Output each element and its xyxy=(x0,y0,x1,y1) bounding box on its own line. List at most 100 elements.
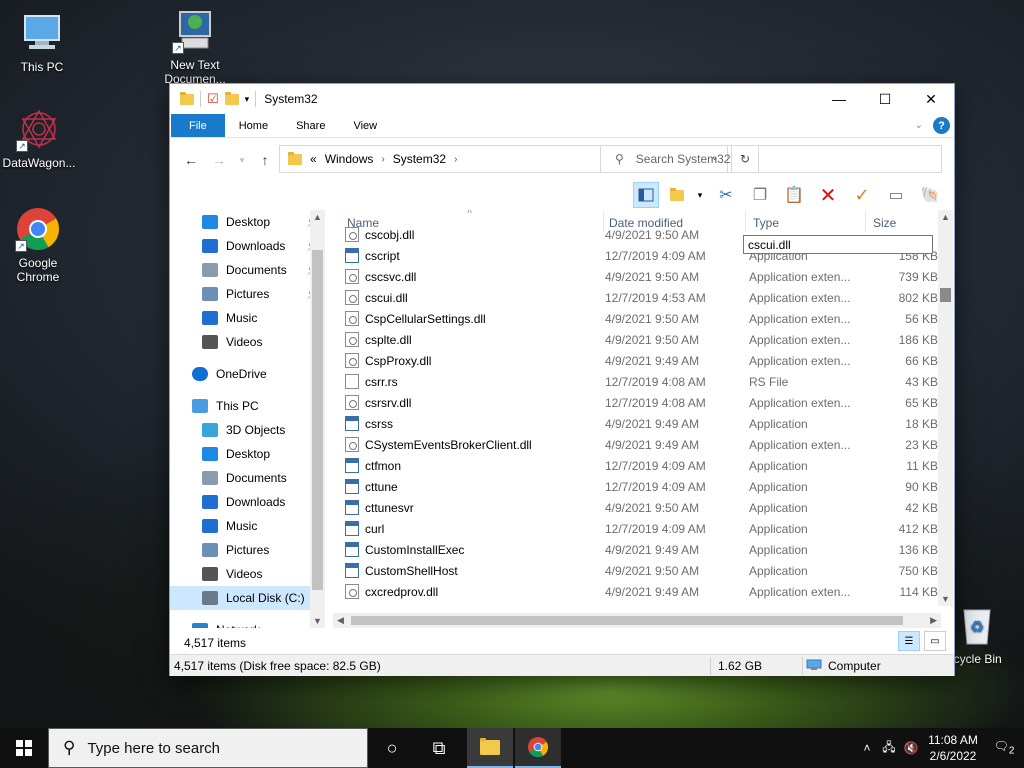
nav-item-documents[interactable]: Documents📌 xyxy=(170,258,325,282)
scroll-down-icon[interactable]: ▼ xyxy=(941,594,950,604)
file-type: Application exten... xyxy=(749,353,851,368)
paste-icon[interactable]: 📋 xyxy=(781,182,807,208)
file-explorer-window: ☑ ▾ System32 — ☐ ✕ File Home Share View … xyxy=(169,83,955,676)
scroll-up-icon[interactable]: ▲ xyxy=(941,212,950,222)
nav-item-pictures[interactable]: Pictures📌 xyxy=(170,282,325,306)
tab-share[interactable]: Share xyxy=(282,114,339,137)
breadcrumb-windows[interactable]: Windows xyxy=(325,152,374,166)
chevron-right-icon[interactable]: › xyxy=(454,154,457,165)
file-row[interactable]: CustomShellHost 4/9/2021 9:50 AM Applicati… xyxy=(333,560,950,581)
start-button[interactable] xyxy=(0,728,48,768)
scroll-right-icon[interactable]: ▶ xyxy=(930,615,937,626)
back-arrow-icon[interactable]: ← xyxy=(180,152,202,168)
help-icon[interactable]: ? xyxy=(933,117,950,134)
cut-icon[interactable]: ✂ xyxy=(713,182,739,208)
preview-pane-icon[interactable] xyxy=(633,182,659,208)
nav-item-label: 3D Objects xyxy=(226,423,286,437)
recent-locations-icon[interactable]: ▾ xyxy=(236,155,248,166)
file-explorer-taskbar-icon[interactable] xyxy=(467,728,513,768)
rename-check-icon[interactable]: ✓ xyxy=(849,182,875,208)
file-list-vertical-scrollbar[interactable]: ▲ ▼ xyxy=(938,210,953,606)
shell-icon[interactable]: 🐚 xyxy=(917,182,943,208)
volume-muted-icon[interactable]: 🔇 xyxy=(900,741,922,755)
nav-item-videos[interactable]: Videos xyxy=(170,562,325,586)
nav-item-documents[interactable]: Documents xyxy=(170,466,325,490)
desktop-icon-google-chrome[interactable]: ↗ Google Chrome xyxy=(0,206,80,284)
delete-icon[interactable]: ✕ xyxy=(815,182,841,208)
scroll-up-icon[interactable]: ▲ xyxy=(313,212,322,222)
forward-arrow-icon[interactable]: → xyxy=(208,152,230,168)
cortana-icon[interactable]: ○ xyxy=(369,728,415,768)
large-icons-view-icon[interactable]: ▭ xyxy=(924,631,946,651)
taskbar-search-input[interactable]: ⚲ Type here to search xyxy=(48,728,368,768)
close-button[interactable]: ✕ xyxy=(908,84,954,114)
nav-item-music[interactable]: Music xyxy=(170,306,325,330)
file-row[interactable]: CspProxy.dll 4/9/2021 9:49 AM Application … xyxy=(333,350,950,371)
file-row[interactable]: csrsrv.dll 12/7/2019 4:08 AM Application e… xyxy=(333,392,950,413)
file-row[interactable]: CustomInstallExec 4/9/2021 9:49 AM Applica… xyxy=(333,539,950,560)
file-row[interactable]: cxcredprov.dll 4/9/2021 9:49 AM Applicatio… xyxy=(333,581,950,602)
desktop-icon-new-text-document[interactable]: ↗ New Text Documen... xyxy=(153,8,237,86)
nav-item-desktop[interactable]: Desktop xyxy=(170,442,325,466)
chrome-taskbar-icon[interactable] xyxy=(515,728,561,768)
customize-qat-icon[interactable]: ▾ xyxy=(245,94,250,105)
file-row[interactable]: CspCellularSettings.dll 4/9/2021 9:50 AM A… xyxy=(333,308,950,329)
nav-item-onedrive[interactable]: OneDrive xyxy=(170,362,325,386)
tab-view[interactable]: View xyxy=(339,114,391,137)
nav-item-downloads[interactable]: Downloads xyxy=(170,490,325,514)
file-row[interactable]: cttune 12/7/2019 4:09 AM Application 90 KB xyxy=(333,476,950,497)
nav-item-music[interactable]: Music xyxy=(170,514,325,538)
minimize-button[interactable]: — xyxy=(816,84,862,114)
desktop-icon-datawagon[interactable]: ↗ DataWagon... xyxy=(0,106,81,170)
nav-item-local-disk-c[interactable]: Local Disk (C:) xyxy=(170,586,325,610)
file-date-modified: 12/7/2019 4:09 AM xyxy=(605,521,706,536)
folder-options-icon[interactable] xyxy=(667,182,687,208)
file-row[interactable]: CSystemEventsBrokerClient.dll 4/9/2021 9:… xyxy=(333,434,950,455)
nav-item-videos[interactable]: Videos xyxy=(170,330,325,354)
details-view-icon[interactable]: ☰ xyxy=(898,631,920,651)
nav-scrollbar[interactable]: ▲ ▼ xyxy=(310,210,325,628)
new-folder-icon[interactable] xyxy=(224,91,239,105)
file-row[interactable]: ctfmon 12/7/2019 4:09 AM Application 11 KB xyxy=(333,455,950,476)
up-arrow-icon[interactable]: ↑ xyxy=(254,152,276,168)
file-row[interactable]: csrr.rs 12/7/2019 4:08 AM RS File 43 KB xyxy=(333,371,950,392)
properties-icon[interactable]: ▭ xyxy=(883,182,909,208)
file-row[interactable]: curl 12/7/2019 4:09 AM Application 412 KB xyxy=(333,518,950,539)
task-view-icon[interactable]: ⧉ xyxy=(416,728,462,768)
nav-item-pictures[interactable]: Pictures xyxy=(170,538,325,562)
search-input[interactable]: ⚲ Search System32 xyxy=(600,145,942,173)
tab-home[interactable]: Home xyxy=(225,114,282,137)
nav-item-desktop[interactable]: Desktop📌 xyxy=(170,210,325,234)
nav-item-downloads[interactable]: Downloads📌 xyxy=(170,234,325,258)
nav-item-3d-objects[interactable]: 3D Objects xyxy=(170,418,325,442)
scroll-down-icon[interactable]: ▼ xyxy=(313,616,322,626)
tab-file[interactable]: File xyxy=(171,114,225,137)
address-overflow[interactable]: « xyxy=(310,152,317,166)
file-row[interactable]: cscui.dll 12/7/2019 4:53 AM Application ex… xyxy=(333,287,950,308)
chevron-down-icon[interactable]: ▾ xyxy=(695,182,705,208)
title-bar[interactable]: ☑ ▾ System32 — ☐ ✕ xyxy=(170,84,954,114)
network-icon[interactable]: 🖧 xyxy=(878,738,900,759)
nav-scroll-thumb[interactable] xyxy=(312,250,323,590)
nav-item-network[interactable]: Network xyxy=(170,618,325,628)
file-row[interactable]: cttunesvr 4/9/2021 9:50 AM Application 42 K… xyxy=(333,497,950,518)
notifications-icon[interactable]: 🗨2 xyxy=(984,739,1024,756)
copy-icon[interactable]: ❐ xyxy=(747,182,773,208)
expand-ribbon-icon[interactable]: ⌄ xyxy=(915,120,923,131)
file-row[interactable]: cscsvc.dll 4/9/2021 9:50 AM Application ex… xyxy=(333,266,950,287)
file-row[interactable]: csrss 4/9/2021 9:49 AM Application 18 KB xyxy=(333,413,950,434)
file-list-horizontal-scrollbar[interactable]: ◀ ▶ xyxy=(333,613,941,628)
show-hidden-icons-icon[interactable]: ˄ xyxy=(856,741,878,755)
file-row[interactable]: csplte.dll 4/9/2021 9:50 AM Application ex… xyxy=(333,329,950,350)
clock[interactable]: 11:08 AM 2/6/2022 xyxy=(922,732,984,764)
horizontal-scroll-thumb[interactable] xyxy=(351,616,903,625)
chevron-right-icon[interactable]: › xyxy=(381,154,384,165)
vertical-scroll-thumb[interactable] xyxy=(940,288,951,302)
maximize-button[interactable]: ☐ xyxy=(862,84,908,114)
desktop-icon-this-pc[interactable]: This PC xyxy=(0,10,84,74)
properties-icon[interactable]: ☑ xyxy=(207,91,219,107)
breadcrumb-system32[interactable]: System32 xyxy=(393,152,446,166)
nav-item-label: OneDrive xyxy=(216,367,267,381)
nav-item-this-pc[interactable]: This PC xyxy=(170,394,325,418)
scroll-left-icon[interactable]: ◀ xyxy=(337,615,344,626)
